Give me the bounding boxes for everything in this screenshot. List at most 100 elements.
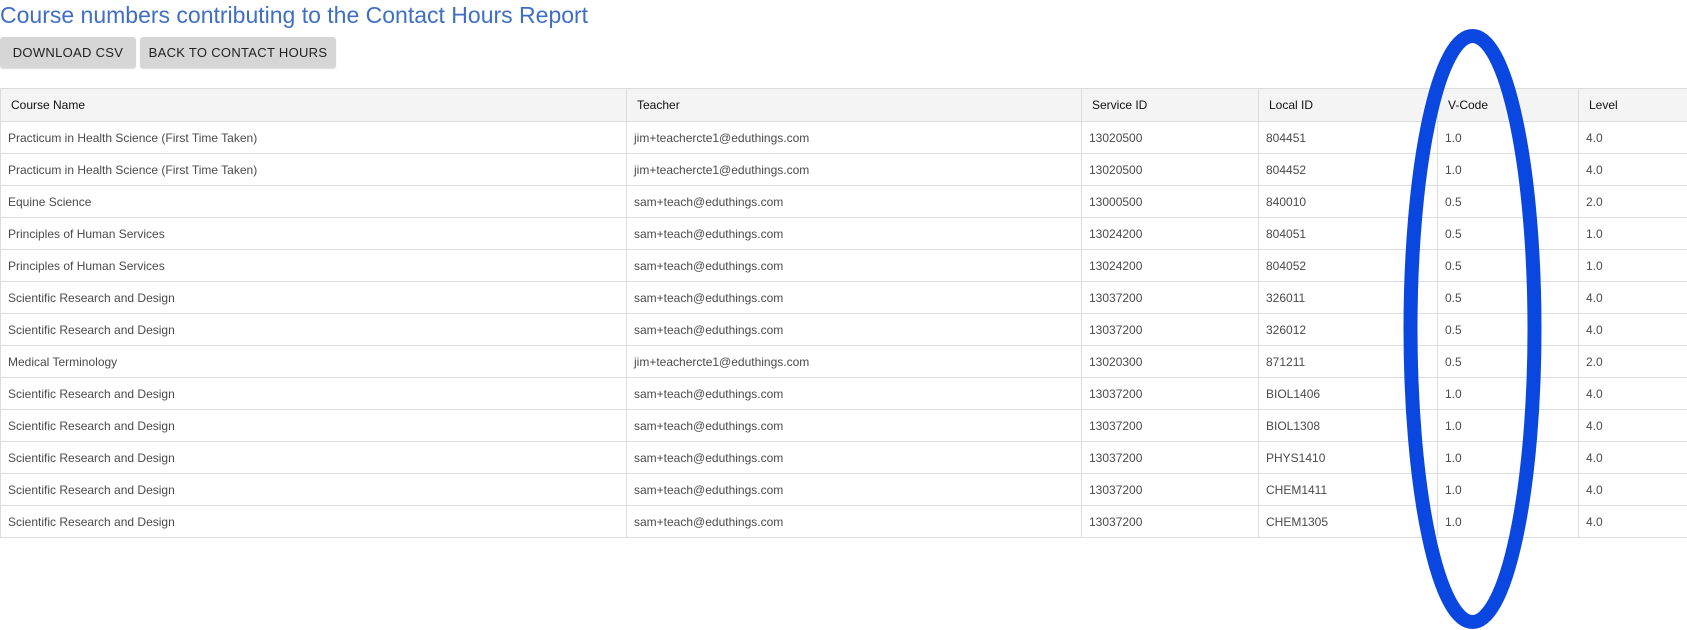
v-code-cell: 0.5 [1437, 185, 1579, 218]
service-id-cell: 13037200 [1081, 473, 1259, 506]
level-cell: 1.0 [1578, 217, 1687, 250]
level-cell: 4.0 [1578, 153, 1687, 186]
v-code-cell: 1.0 [1437, 505, 1579, 538]
level-cell: 2.0 [1578, 185, 1687, 218]
v-code-cell: 0.5 [1437, 217, 1579, 250]
table-row: Equine Science sam+teach@eduthings.com 130… [0, 185, 1687, 218]
header-row: Course Name Teacher Service ID Local ID … [0, 88, 1687, 122]
course-name-cell: Practicum in Health Science (First Time … [0, 121, 627, 154]
service-id-cell: 13037200 [1081, 505, 1259, 538]
v-code-cell: 1.0 [1437, 441, 1579, 474]
level-cell: 4.0 [1578, 281, 1687, 314]
table-row: Practicum in Health Science (First Time … [0, 121, 1687, 154]
column-header-course-name[interactable]: Course Name [0, 88, 627, 122]
service-id-cell: 13000500 [1081, 185, 1259, 218]
teacher-cell: jim+teachercte1@eduthings.com [626, 345, 1082, 378]
v-code-cell: 1.0 [1437, 473, 1579, 506]
table-header: Course Name Teacher Service ID Local ID … [0, 88, 1687, 122]
local-id-cell: BIOL1406 [1258, 377, 1438, 410]
local-id-cell: 840010 [1258, 185, 1438, 218]
service-id-cell: 13020300 [1081, 345, 1259, 378]
service-id-cell: 13020500 [1081, 153, 1259, 186]
local-id-cell: CHEM1305 [1258, 505, 1438, 538]
course-name-cell: Scientific Research and Design [0, 441, 627, 474]
course-name-cell: Scientific Research and Design [0, 505, 627, 538]
course-name-cell: Scientific Research and Design [0, 473, 627, 506]
teacher-cell: sam+teach@eduthings.com [626, 185, 1082, 218]
back-to-contact-hours-button[interactable]: BACK TO CONTACT HOURS [140, 37, 336, 68]
service-id-cell: 13037200 [1081, 377, 1259, 410]
course-name-cell: Medical Terminology [0, 345, 627, 378]
table-row: Scientific Research and Design sam+teach@… [0, 377, 1687, 410]
local-id-cell: 804052 [1258, 249, 1438, 282]
table-row: Principles of Human Services sam+teach@ed… [0, 249, 1687, 282]
level-cell: 4.0 [1578, 441, 1687, 474]
local-id-cell: PHYS1410 [1258, 441, 1438, 474]
teacher-cell: sam+teach@eduthings.com [626, 409, 1082, 442]
teacher-cell: sam+teach@eduthings.com [626, 377, 1082, 410]
page-title: Course numbers contributing to the Conta… [0, 2, 589, 28]
table-row: Principles of Human Services sam+teach@ed… [0, 217, 1687, 250]
course-name-cell: Equine Science [0, 185, 627, 218]
v-code-cell: 0.5 [1437, 345, 1579, 378]
table-row: Practicum in Health Science (First Time … [0, 153, 1687, 186]
toolbar: DOWNLOAD CSV BACK TO CONTACT HOURS [0, 37, 336, 68]
level-cell: 4.0 [1578, 121, 1687, 154]
v-code-cell: 1.0 [1437, 121, 1579, 154]
column-header-teacher[interactable]: Teacher [626, 88, 1082, 122]
service-id-cell: 13020500 [1081, 121, 1259, 154]
service-id-cell: 13037200 [1081, 409, 1259, 442]
course-name-cell: Scientific Research and Design [0, 409, 627, 442]
service-id-cell: 13024200 [1081, 217, 1259, 250]
column-header-service-id[interactable]: Service ID [1081, 88, 1259, 122]
table-row: Scientific Research and Design sam+teach@… [0, 473, 1687, 506]
teacher-cell: jim+teachercte1@eduthings.com [626, 153, 1082, 186]
table-row: Medical Terminology jim+teachercte1@eduth… [0, 345, 1687, 378]
service-id-cell: 13024200 [1081, 249, 1259, 282]
local-id-cell: 871211 [1258, 345, 1438, 378]
local-id-cell: 804051 [1258, 217, 1438, 250]
level-cell: 1.0 [1578, 249, 1687, 282]
level-cell: 4.0 [1578, 505, 1687, 538]
course-name-cell: Practicum in Health Science (First Time … [0, 153, 627, 186]
v-code-cell: 1.0 [1437, 377, 1579, 410]
teacher-cell: sam+teach@eduthings.com [626, 313, 1082, 346]
service-id-cell: 13037200 [1081, 281, 1259, 314]
course-name-cell: Scientific Research and Design [0, 377, 627, 410]
column-header-v-code[interactable]: V-Code [1437, 88, 1579, 122]
local-id-cell: 326012 [1258, 313, 1438, 346]
teacher-cell: sam+teach@eduthings.com [626, 505, 1082, 538]
local-id-cell: CHEM1411 [1258, 473, 1438, 506]
teacher-cell: sam+teach@eduthings.com [626, 249, 1082, 282]
local-id-cell: 804452 [1258, 153, 1438, 186]
column-header-level[interactable]: Level [1578, 88, 1687, 122]
v-code-cell: 1.0 [1437, 409, 1579, 442]
level-cell: 4.0 [1578, 377, 1687, 410]
v-code-cell: 1.0 [1437, 153, 1579, 186]
table-row: Scientific Research and Design sam+teach@… [0, 409, 1687, 442]
table-row: Scientific Research and Design sam+teach@… [0, 441, 1687, 474]
level-cell: 2.0 [1578, 345, 1687, 378]
table-row: Scientific Research and Design sam+teach@… [0, 281, 1687, 314]
level-cell: 4.0 [1578, 409, 1687, 442]
teacher-cell: jim+teachercte1@eduthings.com [626, 121, 1082, 154]
v-code-cell: 0.5 [1437, 281, 1579, 314]
table-row: Scientific Research and Design sam+teach@… [0, 505, 1687, 538]
download-csv-button[interactable]: DOWNLOAD CSV [0, 37, 136, 68]
teacher-cell: sam+teach@eduthings.com [626, 281, 1082, 314]
report-page: Course numbers contributing to the Conta… [0, 0, 1687, 630]
teacher-cell: sam+teach@eduthings.com [626, 217, 1082, 250]
teacher-cell: sam+teach@eduthings.com [626, 473, 1082, 506]
service-id-cell: 13037200 [1081, 313, 1259, 346]
course-name-cell: Principles of Human Services [0, 217, 627, 250]
level-cell: 4.0 [1578, 473, 1687, 506]
course-name-cell: Scientific Research and Design [0, 313, 627, 346]
course-report-table: Course Name Teacher Service ID Local ID … [0, 88, 1687, 538]
course-name-cell: Scientific Research and Design [0, 281, 627, 314]
v-code-cell: 0.5 [1437, 313, 1579, 346]
level-cell: 4.0 [1578, 313, 1687, 346]
teacher-cell: sam+teach@eduthings.com [626, 441, 1082, 474]
local-id-cell: BIOL1308 [1258, 409, 1438, 442]
column-header-local-id[interactable]: Local ID [1258, 88, 1438, 122]
course-name-cell: Principles of Human Services [0, 249, 627, 282]
